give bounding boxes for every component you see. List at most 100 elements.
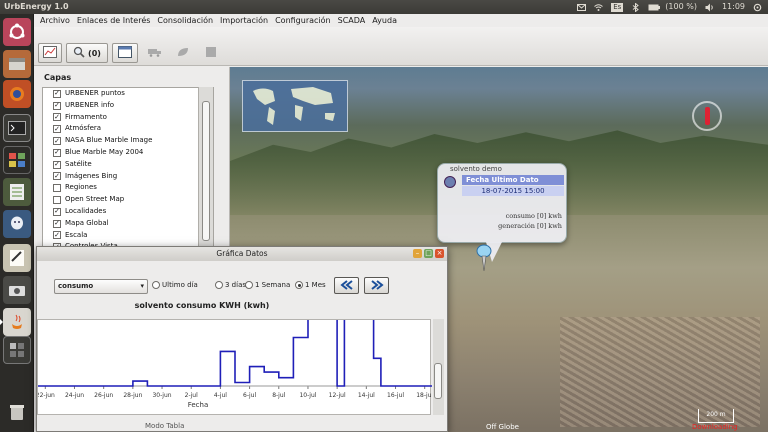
radio-label: 3 días xyxy=(225,281,247,289)
layer-item[interactable]: ✓ Escala xyxy=(43,230,213,242)
menu-consolidacion[interactable]: Consolidación xyxy=(157,14,213,27)
layer-item[interactable]: ✓ URBENER info xyxy=(43,100,213,112)
radio-3-dias[interactable]: 3 días xyxy=(215,281,246,289)
maximize-button[interactable]: □ xyxy=(424,249,433,258)
layer-label: Firmamento xyxy=(65,112,107,121)
window-button[interactable] xyxy=(112,43,138,63)
workspace-switcher-icon[interactable] xyxy=(3,336,31,364)
layer-item[interactable]: Open Street Map xyxy=(43,194,213,206)
menu-scada[interactable]: SCADA xyxy=(338,14,366,27)
chart-scrollbar[interactable] xyxy=(433,319,444,415)
dialog-titlebar[interactable]: Gráfica Datos – □ × xyxy=(37,247,447,261)
layer-item[interactable]: ✓ Firmamento xyxy=(43,112,213,124)
layer-checkbox[interactable]: ✓ xyxy=(53,113,61,122)
menu-configuracion[interactable]: Configuración xyxy=(275,14,331,27)
radio-dot[interactable] xyxy=(245,281,253,289)
layer-checkbox[interactable]: ✓ xyxy=(53,207,61,216)
menu-archivo[interactable]: Archivo xyxy=(40,14,70,27)
layer-label: Atmósfera xyxy=(65,124,102,133)
magnifier-icon xyxy=(73,46,85,60)
power-gear-icon[interactable] xyxy=(753,3,762,12)
layer-checkbox[interactable]: ✓ xyxy=(53,137,61,146)
system-monitor-icon[interactable] xyxy=(3,146,31,174)
layer-checkbox[interactable]: ✓ xyxy=(53,219,61,228)
layer-item[interactable]: ✓ Localidades xyxy=(43,206,213,218)
info-balloon[interactable]: solvento demo Fecha Ultimo Dato 18-07-20… xyxy=(437,163,567,262)
layer-checkbox[interactable]: ✓ xyxy=(53,148,61,157)
world-minimap[interactable] xyxy=(242,80,348,132)
layers-scrollbar[interactable] xyxy=(198,87,213,267)
layer-label: Escala xyxy=(65,230,88,239)
layer-checkbox[interactable] xyxy=(53,196,61,205)
radio-ultimo-dia[interactable]: Ultimo día xyxy=(152,281,198,289)
keyboard-layout-indicator[interactable]: Es xyxy=(611,2,624,12)
mail-icon[interactable] xyxy=(577,3,587,12)
close-button[interactable]: × xyxy=(435,249,444,258)
office-spreadsheet-icon[interactable] xyxy=(3,178,31,206)
layer-item[interactable]: ✓ URBENER puntos xyxy=(43,88,213,100)
mode-table-label[interactable]: Modo Tabla xyxy=(145,422,184,430)
radio-dot[interactable] xyxy=(152,281,160,289)
layer-item[interactable]: ✓ NASA Blue Marble Image xyxy=(43,135,213,147)
chart-scroll-thumb[interactable] xyxy=(434,363,442,399)
chart-button[interactable] xyxy=(38,43,62,63)
ubuntu-dash-icon[interactable] xyxy=(3,18,31,46)
minimize-button[interactable]: – xyxy=(413,249,422,258)
bluetooth-icon[interactable] xyxy=(631,1,640,13)
layer-item[interactable]: ✓ Mapa Global xyxy=(43,218,213,230)
battery-icon[interactable] xyxy=(648,3,661,12)
radio-label: 1 Mes xyxy=(305,281,326,289)
chart-area[interactable]: 22-jun 24-jun 26-jun 28-jun 30-jun 2-jul 4-jul… xyxy=(36,315,434,415)
compass-control[interactable] xyxy=(692,101,722,131)
menu-enlaces[interactable]: Enlaces de Interés xyxy=(77,14,151,27)
leaf-button[interactable] xyxy=(172,43,194,63)
menu-importacion[interactable]: Importación xyxy=(220,14,268,27)
layer-checkbox[interactable]: ✓ xyxy=(53,172,61,181)
menu-ayuda[interactable]: Ayuda xyxy=(372,14,397,27)
next-period-button[interactable] xyxy=(364,277,389,294)
layer-item[interactable]: ✓ Atmósfera xyxy=(43,123,213,135)
layer-checkbox[interactable]: ✓ xyxy=(53,89,61,98)
scale-indicator: 200 m xyxy=(698,409,734,423)
java-app-icon[interactable] xyxy=(0,308,31,336)
layer-item[interactable]: ✓ Satélite xyxy=(43,159,213,171)
radio-dot[interactable] xyxy=(295,281,303,289)
search-count-button[interactable]: (0) xyxy=(66,43,108,63)
window-icon xyxy=(118,46,132,60)
terminal-icon[interactable] xyxy=(3,114,31,142)
clock[interactable]: 11:09 xyxy=(722,0,745,14)
double-chevron-right-icon xyxy=(370,279,384,292)
firefox-icon[interactable] xyxy=(3,80,31,108)
screenshot-icon[interactable] xyxy=(3,276,31,304)
truck-button[interactable] xyxy=(144,43,166,63)
volume-icon[interactable] xyxy=(705,3,714,12)
x-tick-label: 2-jul xyxy=(185,392,198,399)
files-icon[interactable] xyxy=(3,50,31,78)
balloon-date: 18-07-2015 15:00 xyxy=(462,186,564,196)
trash-icon[interactable] xyxy=(3,398,31,426)
layer-checkbox[interactable]: ✓ xyxy=(53,231,61,240)
balloon-generacion: generación [0] kwh xyxy=(498,222,562,230)
text-editor-icon[interactable] xyxy=(3,244,31,272)
layer-item[interactable]: ✓ Blue Marble May 2004 xyxy=(43,147,213,159)
layer-item[interactable]: Regiones xyxy=(43,182,213,194)
wifi-icon[interactable] xyxy=(594,3,604,12)
postgresql-icon[interactable] xyxy=(3,210,31,238)
radio-dot[interactable] xyxy=(215,281,223,289)
layer-checkbox[interactable]: ✓ xyxy=(53,125,61,134)
search-count-label: (0) xyxy=(88,48,101,58)
layer-checkbox[interactable]: ✓ xyxy=(53,160,61,169)
document-button[interactable] xyxy=(200,43,222,63)
layers-scroll-thumb[interactable] xyxy=(202,101,210,241)
radio-1-mes[interactable]: 1 Mes xyxy=(295,281,326,289)
previous-period-button[interactable] xyxy=(334,277,359,294)
chart-icon xyxy=(43,46,57,60)
placemark-pin-icon[interactable] xyxy=(474,243,492,273)
layer-checkbox[interactable]: ✓ xyxy=(53,101,61,110)
metric-select[interactable]: consumo ▾ xyxy=(54,279,148,294)
layer-checkbox[interactable] xyxy=(53,184,61,193)
layer-label: URBENER info xyxy=(65,100,115,109)
layer-item[interactable]: ✓ Imágenes Bing xyxy=(43,171,213,183)
chart-svg: 22-jun 24-jun 26-jun 28-jun 30-jun 2-jul 4-jul… xyxy=(36,315,434,409)
radio-1-semana[interactable]: 1 Semana xyxy=(245,281,290,289)
